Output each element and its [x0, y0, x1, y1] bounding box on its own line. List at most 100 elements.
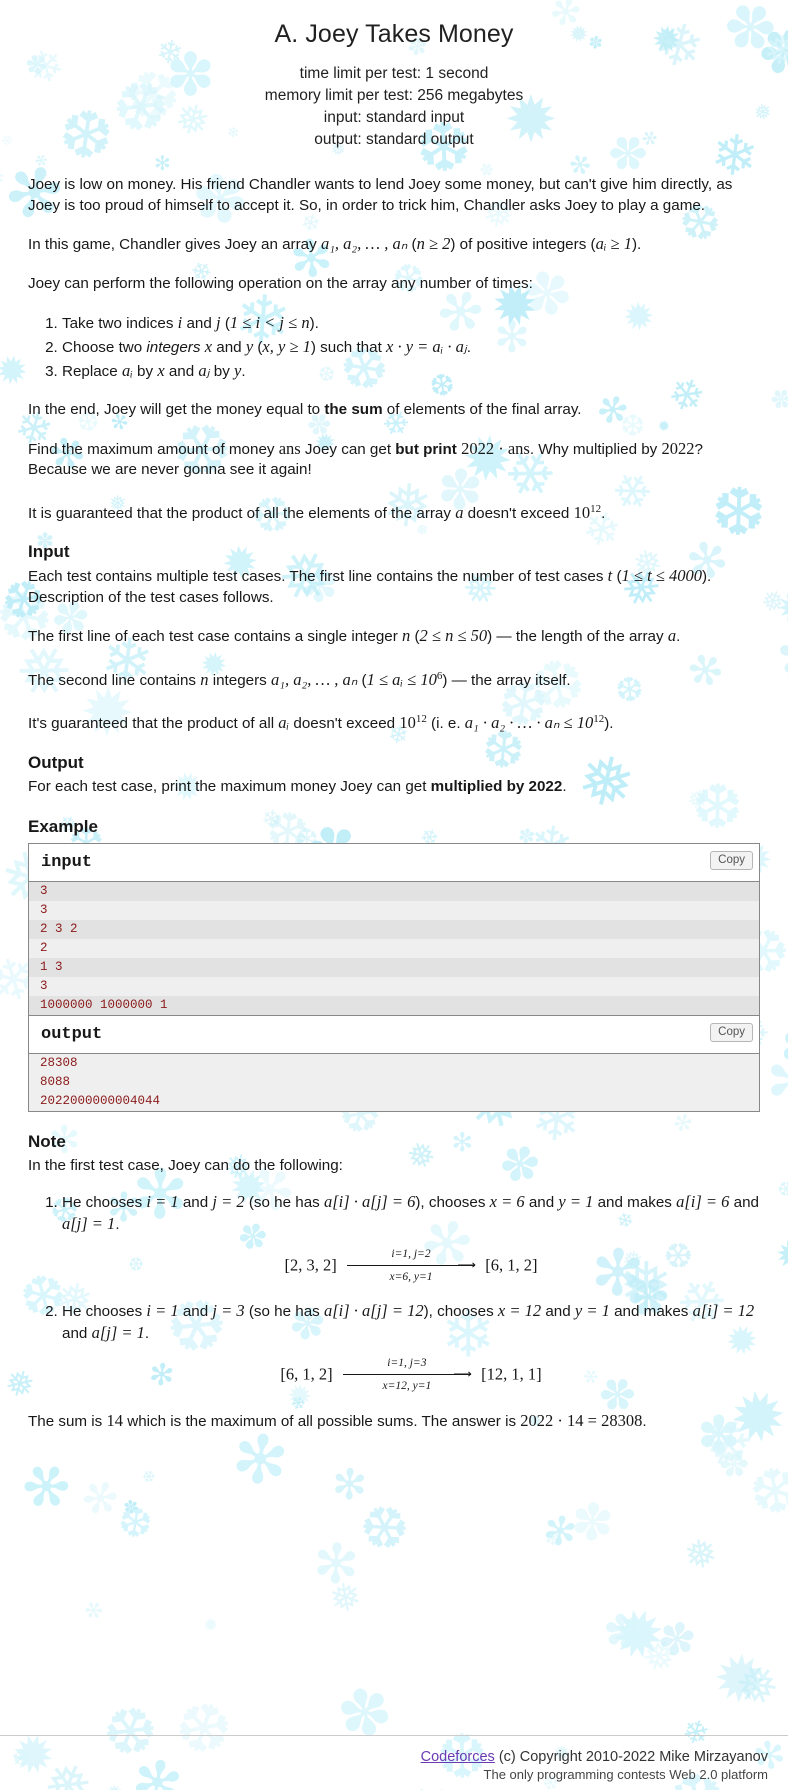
sample-line: 2 3 2 [29, 920, 759, 940]
snowflake-icon: ✽ [589, 1599, 656, 1664]
math-n: n [402, 626, 411, 646]
arrow-top-label: i=1, j=2 [391, 1247, 431, 1260]
input-spec: input: standard input [323, 109, 465, 126]
text-fragment: and [212, 339, 246, 356]
text-fragment: ) such that [310, 339, 387, 356]
footer-tagline: The only programming contests Web 2.0 pl… [483, 1767, 768, 1782]
text-fragment: (so he has [244, 1302, 324, 1320]
math-ten: 10 [399, 713, 416, 733]
problem-page: ✹✻✹❄✻❄✽✹✽✻❅❄✹❆✽✻❆❅✹✽❄❄❄❄❆❆✻❅✹❅❅❅✽✻❅❆❆✽✻❆… [0, 0, 788, 1790]
copy-input-button[interactable]: Copy [710, 851, 753, 871]
arrow-bottom-label: x=6, y=1 [389, 1270, 433, 1283]
math-x: x [204, 337, 213, 356]
math-ai-range: 1 ≤ aᵢ ≤ 10 [366, 669, 437, 689]
math-a: a [667, 626, 677, 646]
text-fragment: In the end, Joey will get the money equa… [28, 401, 325, 418]
text-fragment: and [178, 1193, 213, 1211]
text-fragment: Take two indices [62, 315, 178, 332]
transition-diagram-1: [2, 3, 2] i=1, j=2 ⟶ x=6, y=1 [6, 1, 2] [62, 1247, 760, 1284]
text-fragment: . [562, 777, 567, 795]
note-steps-list: He chooses i = 1 and j = 2 (so he has a[… [28, 1191, 760, 1393]
section-heading-input: Input [28, 542, 70, 562]
sample-input-data[interactable]: 332 3 221 3 3 1000000 1000000 1 [29, 881, 759, 1016]
arrow-bar [342, 1373, 471, 1375]
snowflake-icon: ✹ [710, 1641, 770, 1718]
output-spec: output: standard output [314, 131, 474, 148]
math-x-eq-6: x = 6 [489, 1191, 525, 1211]
text-fragment: It's guaranteed that the product of all [28, 715, 279, 733]
snowflake-icon: ❅ [317, 1572, 371, 1624]
text-fragment: . [601, 504, 606, 522]
text-fragment: He chooses [62, 1302, 147, 1320]
text-fragment: The sum is [28, 1412, 107, 1430]
sample-line: 1000000 1000000 1 [29, 996, 759, 1016]
time-limit: time limit per test: 1 second [299, 65, 489, 82]
statement-paragraph-5: Find the maximum amount of money ans Joe… [28, 439, 760, 481]
math-exponent: 12 [593, 713, 605, 726]
statement-paragraph-6: It is guaranteed that the product of all… [28, 499, 760, 525]
text-fragment: integers [208, 671, 271, 689]
statement-paragraph-1: Joey is low on money. His friend Chandle… [28, 176, 733, 214]
emphasis-integers: integers [146, 339, 201, 356]
snowflake-icon: ❅ [634, 1630, 683, 1684]
text-fragment: Choose two [62, 339, 147, 356]
math-i-eq-1: i = 1 [146, 1300, 179, 1320]
transition-arrow: i=1, j=2 ⟶ x=6, y=1 [347, 1247, 476, 1283]
text-fragment: ( [407, 236, 417, 253]
text-fragment: ) of positive integers ( [450, 236, 596, 253]
list-item: He chooses i = 1 and j = 3 (so he has a[… [62, 1300, 760, 1393]
text-fragment: ( [220, 315, 230, 332]
arrow-head-icon: ⟶ [457, 1257, 476, 1273]
list-item: Replace aᵢ by x and aⱼ by y. [62, 360, 760, 382]
input-paragraph-3: The second line contains n integers a₁, … [28, 666, 760, 692]
statement-paragraph-2: In this game, Chandler gives Joey an arr… [28, 234, 760, 256]
text-fragment: and makes [593, 1193, 677, 1211]
section-heading-note: Note [28, 1132, 66, 1152]
note-intro: In the first test case, Joey can do the … [28, 1157, 343, 1175]
math-product-bound: a₁ · a₂ · … · aₙ ≤ 10 [464, 713, 594, 733]
text-fragment: and [524, 1193, 559, 1211]
math-exponent: 12 [590, 502, 602, 515]
statement-paragraph-3: Joey can perform the following operation… [28, 274, 533, 292]
copy-output-button[interactable]: Copy [710, 1023, 753, 1043]
math-aj-eq-1: a[j] = 1 [91, 1322, 145, 1342]
math-y-eq-1: y = 1 [558, 1191, 594, 1211]
math-index-range: 1 ≤ i < j ≤ n [229, 313, 310, 332]
text-fragment: ). [309, 315, 319, 332]
text-fragment: . [466, 339, 472, 356]
codeforces-link[interactable]: Codeforces [421, 1749, 495, 1765]
text-fragment: and [729, 1193, 759, 1211]
math-ai: aᵢ [121, 361, 133, 380]
sample-line: 2 [29, 939, 759, 959]
text-fragment: ). [604, 715, 614, 733]
text-fragment: and [62, 1324, 92, 1342]
text-fragment: . [642, 1412, 647, 1430]
snowflake-icon: ✹ [591, 1589, 683, 1680]
arrow-top-label: i=1, j=3 [387, 1356, 427, 1369]
math-x-eq-12: x = 12 [497, 1300, 542, 1320]
snowflake-icon: ✽ [652, 1610, 702, 1669]
section-heading-example: Example [28, 817, 98, 837]
sample-line: 28308 [29, 1054, 759, 1074]
page-footer: Codeforces (c) Copyright 2010-2022 Mike … [0, 1735, 788, 1790]
math-j-eq-2: j = 2 [212, 1191, 245, 1211]
math-exponent: 12 [415, 713, 427, 726]
math-ans: ans [278, 438, 301, 458]
transition-diagram-2: [6, 1, 2] i=1, j=3 ⟶ x=12, y=1 [12, 1, 1… [62, 1356, 760, 1393]
text-fragment: . [241, 363, 246, 380]
bold-the-sum: the sum [324, 401, 383, 418]
list-item: Take two indices i and j (1 ≤ i < j ≤ n)… [62, 312, 760, 334]
text-fragment: ) — the array itself. [442, 671, 571, 689]
text-fragment: of elements of the final array. [382, 401, 582, 418]
sample-line: 1 3 [29, 958, 759, 978]
text-fragment: . [115, 1215, 120, 1233]
text-fragment: by [209, 363, 235, 380]
math-array: a₁, a₂, … , aₙ [320, 234, 408, 253]
sample-input-header: input Copy [29, 844, 759, 881]
text-fragment: and [164, 363, 199, 380]
text-fragment: doesn't exceed [289, 715, 400, 733]
math-product-12: a[i] · a[j] = 12 [324, 1300, 424, 1320]
note-conclusion: The sum is 14 which is the maximum of al… [28, 1411, 760, 1433]
sample-output-data[interactable]: 28308 8088 2022000000004044 [29, 1053, 759, 1112]
list-item: He chooses i = 1 and j = 2 (so he has a[… [62, 1191, 760, 1284]
